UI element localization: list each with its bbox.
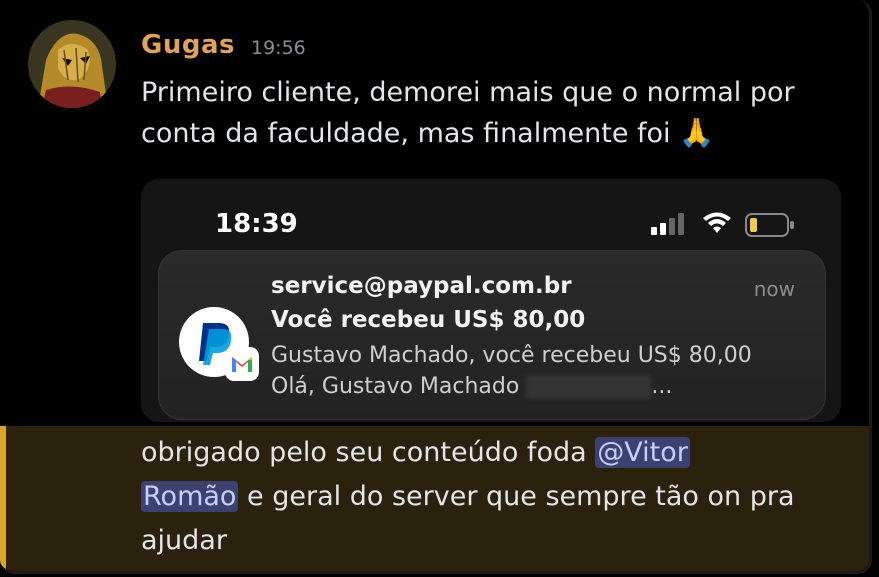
notification-body: Gustavo Machado, você recebeu US$ 80,00 … <box>271 340 791 402</box>
phone-status-time: 18:39 <box>215 209 298 239</box>
followup-text-before: obrigado pelo seu conteúdo foda <box>141 437 587 468</box>
notification-sender: service@paypal.com.br <box>271 273 572 299</box>
battery-icon <box>745 213 794 237</box>
redacted-text <box>526 375 652 399</box>
wifi-icon <box>703 212 731 233</box>
user-mention-continued[interactable]: Romão <box>141 481 239 512</box>
notification-body-ellipsis: ... <box>651 374 673 399</box>
user-mention[interactable]: @Vitor <box>595 437 690 468</box>
avatar[interactable] <box>28 20 116 108</box>
praying-hands-icon: 🙏 <box>679 116 715 149</box>
followup-text-after: e geral do server que sempre tão on pra … <box>141 481 795 556</box>
chat-frame: Gugas 19:56 Primeiro cliente, demorei ma… <box>0 0 872 574</box>
message-timestamp: 19:56 <box>251 37 306 59</box>
notification-card[interactable]: service@paypal.com.br now Você recebeu U… <box>158 250 826 420</box>
mention-highlight-bar <box>0 426 6 571</box>
avatar-image-icon <box>28 20 116 108</box>
message-author[interactable]: Gugas <box>141 30 235 60</box>
notification-time: now <box>753 277 795 301</box>
followup-message: obrigado pelo seu conteúdo foda @Vitor R… <box>141 431 851 563</box>
message-text: Primeiro cliente, demorei mais que o nor… <box>141 73 851 154</box>
cellular-signal-icon <box>651 213 684 235</box>
gmail-icon <box>225 347 259 381</box>
image-attachment[interactable]: 18:39 service@paypal.com.br now Você rec… <box>141 179 841 422</box>
notification-body-text: Gustavo Machado, você recebeu US$ 80,00 … <box>271 343 752 399</box>
notification-title: Você recebeu US$ 80,00 <box>271 307 586 333</box>
